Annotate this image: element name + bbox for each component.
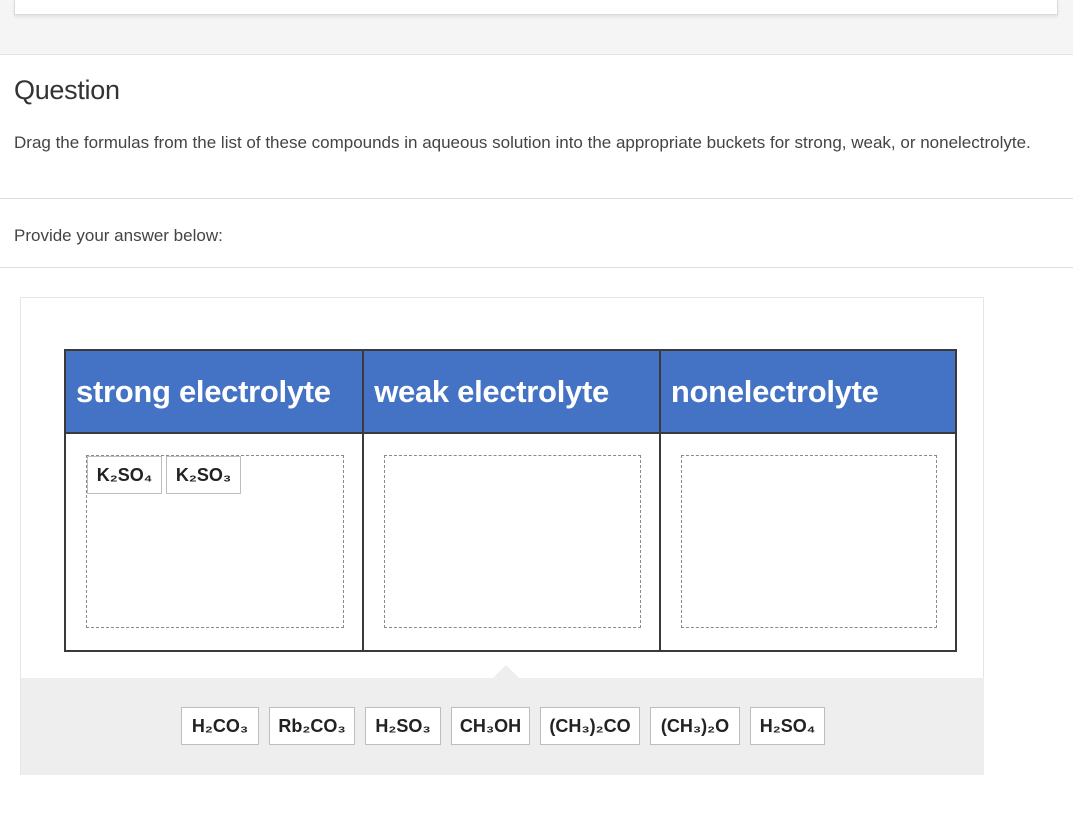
drop-zone-non[interactable] [680, 455, 937, 628]
answer-prompt: Provide your answer below: [14, 226, 223, 245]
question-title: Question [14, 75, 120, 105]
formula-chip[interactable]: CH₃OH [451, 707, 530, 745]
bucket-cell-non [658, 432, 958, 652]
tray-pointer [493, 665, 519, 678]
formula-chip[interactable]: Rb₂CO₃ [269, 707, 355, 745]
bucket-header-weak: weak electrolyte [362, 349, 661, 434]
bucket-header-strong: strong electrolyte [63, 349, 365, 434]
formula-chip[interactable]: (CH₃)₂CO [540, 707, 640, 745]
previous-card [14, 0, 1058, 15]
formula-chip[interactable]: H₂SO₄ [750, 707, 825, 745]
question-text: Drag the formulas from the list of these… [14, 133, 1031, 152]
bucket-header-non: nonelectrolyte [658, 349, 958, 434]
formula-tray[interactable]: H₂CO₃ Rb₂CO₃ H₂SO₃ CH₃OH (CH₃)₂CO (CH₃)₂… [21, 678, 984, 775]
top-strip [0, 0, 1073, 55]
formula-chip[interactable]: K₂SO₃ [166, 456, 241, 494]
buckets-table: strong electrolyte weak electrolyte none… [63, 349, 958, 652]
formula-chip[interactable]: H₂CO₃ [181, 707, 259, 745]
drop-zone-strong[interactable]: K₂SO₄ K₂SO₃ [86, 455, 345, 628]
bucket-cell-weak [362, 432, 661, 652]
formula-chip[interactable]: K₂SO₄ [87, 456, 162, 494]
bucket-cell-strong: K₂SO₄ K₂SO₃ [63, 432, 365, 652]
formula-chip[interactable]: H₂SO₃ [365, 707, 441, 745]
formula-chip[interactable]: (CH₃)₂O [650, 707, 740, 745]
divider [0, 267, 1073, 268]
divider [0, 198, 1073, 199]
drop-zone-weak[interactable] [384, 455, 641, 628]
drag-drop-widget: strong electrolyte weak electrolyte none… [20, 297, 984, 775]
